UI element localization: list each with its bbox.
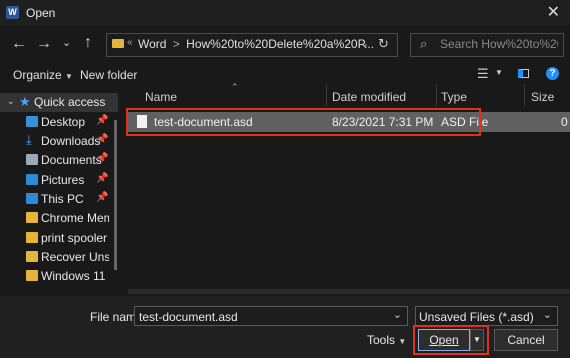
chevron-down-icon[interactable]: ⌄ (543, 308, 552, 321)
pin-icon: 📌 (96, 115, 109, 126)
documents-icon (26, 154, 38, 165)
tools-label: Tools (367, 333, 396, 347)
sidebar-item-label: Windows 11 Hid (41, 269, 109, 283)
search-icon: ⌕ (420, 36, 428, 51)
column-header-type[interactable]: Type (441, 90, 467, 104)
forward-arrow-icon[interactable]: → (36, 35, 52, 53)
pin-icon: 📌 (96, 192, 109, 203)
sidebar-item-label: Chrome Memory (41, 211, 109, 225)
column-header-size[interactable]: Size (531, 90, 554, 104)
horizontal-scrollbar[interactable] (128, 289, 570, 294)
pictures-icon (26, 174, 38, 185)
chevron-down-icon[interactable]: ⌄ (62, 36, 71, 49)
sidebar-item-quick-access[interactable]: ⌄ ★ Quick access (0, 93, 118, 112)
folder-icon (26, 232, 38, 243)
pin-icon: 📌 (96, 134, 109, 145)
caret-down-icon[interactable]: ▼ (495, 68, 503, 77)
column-divider[interactable] (326, 84, 327, 106)
search-placeholder: Search How%20to%20Delet... (440, 37, 558, 51)
column-header-name[interactable]: Name (145, 90, 177, 104)
column-divider[interactable] (524, 84, 525, 106)
pin-icon: 📌 (96, 153, 109, 164)
tools-button[interactable]: Tools ▼ (367, 333, 406, 347)
sidebar-item-downloads[interactable]: ⤓ Downloads 📌 (0, 132, 118, 151)
star-icon: ★ (19, 94, 31, 109)
word-app-icon: W (6, 6, 19, 19)
breadcrumb-current-folder[interactable]: How%20to%20Delete%20a%20P... (186, 37, 374, 51)
cancel-button[interactable]: Cancel (494, 329, 558, 351)
computer-icon (26, 193, 38, 204)
file-name-field[interactable]: test-document.asd ⌄ (134, 306, 408, 326)
sidebar-item-desktop[interactable]: Desktop 📌 (0, 113, 118, 132)
folder-icon (26, 212, 38, 223)
sort-caret-icon: ⌃ (231, 82, 239, 92)
view-options-icon[interactable]: ☰ (477, 66, 489, 82)
sidebar-item-chrome-memory[interactable]: Chrome Memory (0, 209, 118, 228)
sidebar-item-label: Quick access (34, 95, 106, 109)
up-arrow-icon[interactable]: ↑ (84, 34, 92, 52)
highlight-box-open-button (413, 325, 489, 355)
back-arrow-icon[interactable]: ← (11, 35, 27, 53)
desktop-icon (26, 116, 38, 127)
filter-value: Unsaved Files (*.asd) (419, 310, 534, 324)
breadcrumb-word[interactable]: Word (138, 37, 166, 51)
sidebar-item-documents[interactable]: Documents 📌 (0, 151, 118, 170)
help-icon[interactable]: ? (546, 67, 559, 80)
column-header-date[interactable]: Date modified (332, 90, 406, 104)
download-icon: ⤓ (26, 132, 32, 147)
file-type-filter-select[interactable]: Unsaved Files (*.asd) ⌄ (415, 306, 558, 326)
chevron-down-icon[interactable]: ⌄ (360, 37, 369, 50)
close-icon[interactable]: ✕ (547, 2, 560, 22)
caret-down-icon: ▼ (398, 337, 407, 346)
sidebar-item-windows-11-hid[interactable]: Windows 11 Hid (0, 267, 118, 286)
file-size-cell: 0 (561, 115, 568, 129)
breadcrumb: Word > How%20to%20Delete%20a%20P... (138, 37, 374, 51)
breadcrumb-overflow[interactable]: « (127, 37, 133, 48)
organize-label: Organize (13, 68, 62, 82)
folder-icon (112, 39, 124, 48)
window-title: Open (26, 6, 56, 20)
refresh-icon[interactable]: ↻ (378, 36, 389, 52)
organize-button[interactable]: Organize ▼ (13, 68, 73, 82)
preview-pane-icon[interactable] (518, 69, 529, 78)
new-folder-button[interactable]: New folder (80, 68, 137, 82)
folder-icon (26, 251, 38, 262)
chevron-down-icon[interactable]: ⌄ (393, 308, 402, 321)
folder-icon (26, 270, 38, 281)
sidebar-item-label: Recover Unsaved (41, 250, 109, 264)
sidebar-scrollbar[interactable] (114, 120, 117, 270)
chevron-down-icon[interactable]: ⌄ (7, 96, 15, 107)
highlight-box-file-row (126, 108, 481, 136)
caret-down-icon: ▼ (65, 72, 73, 81)
breadcrumb-separator: > (172, 37, 180, 51)
sidebar-item-this-pc[interactable]: This PC 📌 (0, 190, 118, 209)
sidebar-item-recover-unsaved[interactable]: Recover Unsaved (0, 248, 118, 267)
sidebar-item-print-spooler[interactable]: print spooler (0, 229, 118, 248)
file-name-value: test-document.asd (139, 310, 238, 324)
column-divider[interactable] (436, 84, 437, 106)
sidebar-item-pictures[interactable]: Pictures 📌 (0, 171, 118, 190)
pin-icon: 📌 (96, 173, 109, 184)
title-bar (0, 0, 570, 26)
sidebar-item-label: print spooler (41, 231, 108, 245)
